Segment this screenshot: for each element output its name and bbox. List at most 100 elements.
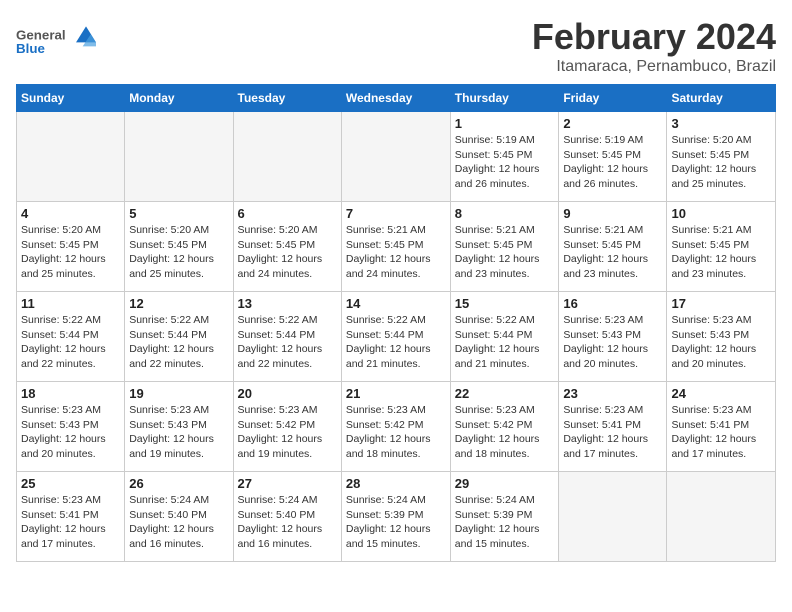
month-title: February 2024 (532, 16, 776, 58)
day-info: Sunrise: 5:20 AM Sunset: 5:45 PM Dayligh… (238, 223, 337, 282)
logo: General Blue (16, 16, 96, 66)
calendar-cell: 15Sunrise: 5:22 AM Sunset: 5:44 PM Dayli… (450, 292, 559, 382)
calendar-cell (125, 112, 233, 202)
day-info: Sunrise: 5:22 AM Sunset: 5:44 PM Dayligh… (346, 313, 446, 372)
calendar-cell (233, 112, 341, 202)
day-info: Sunrise: 5:21 AM Sunset: 5:45 PM Dayligh… (563, 223, 662, 282)
day-info: Sunrise: 5:20 AM Sunset: 5:45 PM Dayligh… (21, 223, 120, 282)
day-info: Sunrise: 5:22 AM Sunset: 5:44 PM Dayligh… (455, 313, 555, 372)
calendar-cell: 25 Sunrise: 5:23 AM Sunset: 5:41 PM Dayli… (17, 472, 125, 562)
day-number: 12 (129, 296, 228, 311)
weekday-header-thursday: Thursday (450, 85, 559, 112)
calendar-cell: 8 Sunrise: 5:21 AM Sunset: 5:45 PM Daylig… (450, 202, 559, 292)
calendar-week-row: 11 Sunrise: 5:22 AM Sunset: 5:44 PM Dayli… (17, 292, 776, 382)
day-info: Sunrise: 5:19 AM Sunset: 5:45 PM Dayligh… (455, 133, 555, 192)
day-number: 4 (21, 206, 120, 221)
day-number: 5 (129, 206, 228, 221)
day-info: Sunrise: 5:22 AM Sunset: 5:44 PM Dayligh… (129, 313, 228, 372)
calendar-cell: 1 Sunrise: 5:19 AM Sunset: 5:45 PM Daylig… (450, 112, 559, 202)
calendar-cell: 27 Sunrise: 5:24 AM Sunset: 5:40 PM Dayli… (233, 472, 341, 562)
day-number: 1 (455, 116, 555, 131)
day-info: Sunrise: 5:23 AM Sunset: 5:43 PM Dayligh… (671, 313, 771, 372)
day-info: Sunrise: 5:23 AM Sunset: 5:43 PM Dayligh… (563, 313, 662, 372)
day-info: Sunrise: 5:23 AM Sunset: 5:41 PM Dayligh… (563, 403, 662, 462)
weekday-header-saturday: Saturday (667, 85, 776, 112)
day-info: Sunrise: 5:21 AM Sunset: 5:45 PM Dayligh… (671, 223, 771, 282)
day-info: Sunrise: 5:23 AM Sunset: 5:43 PM Dayligh… (21, 403, 120, 462)
calendar-cell: 17 Sunrise: 5:23 AM Sunset: 5:43 PM Dayli… (667, 292, 776, 382)
calendar-cell: 20Sunrise: 5:23 AM Sunset: 5:42 PM Dayli… (233, 382, 341, 472)
calendar-cell: 23 Sunrise: 5:23 AM Sunset: 5:41 PM Dayli… (559, 382, 667, 472)
calendar-cell: 19 Sunrise: 5:23 AM Sunset: 5:43 PM Dayli… (125, 382, 233, 472)
day-info: Sunrise: 5:20 AM Sunset: 5:45 PM Dayligh… (671, 133, 771, 192)
calendar-table: SundayMondayTuesdayWednesdayThursdayFrid… (16, 84, 776, 562)
day-number: 8 (455, 206, 555, 221)
day-info: Sunrise: 5:23 AM Sunset: 5:42 PM Dayligh… (455, 403, 555, 462)
weekday-header-friday: Friday (559, 85, 667, 112)
day-info: Sunrise: 5:24 AM Sunset: 5:39 PM Dayligh… (455, 493, 555, 552)
day-number: 13 (238, 296, 337, 311)
day-number: 10 (671, 206, 771, 221)
day-number: 7 (346, 206, 446, 221)
day-number: 16 (563, 296, 662, 311)
day-number: 29 (455, 476, 555, 491)
calendar-cell: 21 Sunrise: 5:23 AM Sunset: 5:42 PM Dayli… (341, 382, 450, 472)
day-number: 14 (346, 296, 446, 311)
calendar-week-row: 25 Sunrise: 5:23 AM Sunset: 5:41 PM Dayli… (17, 472, 776, 562)
day-info: Sunrise: 5:21 AM Sunset: 5:45 PM Dayligh… (455, 223, 555, 282)
day-info: Sunrise: 5:19 AM Sunset: 5:45 PM Dayligh… (563, 133, 662, 192)
calendar-cell: 6 Sunrise: 5:20 AM Sunset: 5:45 PM Daylig… (233, 202, 341, 292)
calendar-week-row: 4 Sunrise: 5:20 AM Sunset: 5:45 PM Daylig… (17, 202, 776, 292)
calendar-cell: 2 Sunrise: 5:19 AM Sunset: 5:45 PM Daylig… (559, 112, 667, 202)
calendar-cell: 13 Sunrise: 5:22 AM Sunset: 5:44 PM Dayli… (233, 292, 341, 382)
day-number: 23 (563, 386, 662, 401)
day-number: 17 (671, 296, 771, 311)
day-info: Sunrise: 5:23 AM Sunset: 5:41 PM Dayligh… (21, 493, 120, 552)
weekday-header-sunday: Sunday (17, 85, 125, 112)
calendar-cell: 14 Sunrise: 5:22 AM Sunset: 5:44 PM Dayli… (341, 292, 450, 382)
day-number: 27 (238, 476, 337, 491)
calendar-week-row: 18 Sunrise: 5:23 AM Sunset: 5:43 PM Dayli… (17, 382, 776, 472)
calendar-cell: 4 Sunrise: 5:20 AM Sunset: 5:45 PM Daylig… (17, 202, 125, 292)
day-info: Sunrise: 5:23 AM Sunset: 5:43 PM Dayligh… (129, 403, 228, 462)
calendar-cell (667, 472, 776, 562)
day-number: 21 (346, 386, 446, 401)
day-info: Sunrise: 5:20 AM Sunset: 5:45 PM Dayligh… (129, 223, 228, 282)
page-header: General Blue February 2024 Itamaraca, Pe… (16, 16, 776, 76)
calendar-cell: 24 Sunrise: 5:23 AM Sunset: 5:41 PM Dayli… (667, 382, 776, 472)
calendar-cell (559, 472, 667, 562)
location-title: Itamaraca, Pernambuco, Brazil (532, 58, 776, 76)
calendar-cell: 7Sunrise: 5:21 AM Sunset: 5:45 PM Daylig… (341, 202, 450, 292)
day-number: 26 (129, 476, 228, 491)
svg-text:Blue: Blue (16, 41, 45, 56)
calendar-cell: 5 Sunrise: 5:20 AM Sunset: 5:45 PM Daylig… (125, 202, 233, 292)
day-info: Sunrise: 5:24 AM Sunset: 5:40 PM Dayligh… (238, 493, 337, 552)
day-number: 2 (563, 116, 662, 131)
calendar-cell: 9Sunrise: 5:21 AM Sunset: 5:45 PM Daylig… (559, 202, 667, 292)
title-area: February 2024 Itamaraca, Pernambuco, Bra… (532, 16, 776, 76)
day-number: 24 (671, 386, 771, 401)
day-number: 20 (238, 386, 337, 401)
weekday-header-row: SundayMondayTuesdayWednesdayThursdayFrid… (17, 85, 776, 112)
calendar-cell: 29 Sunrise: 5:24 AM Sunset: 5:39 PM Dayli… (450, 472, 559, 562)
day-info: Sunrise: 5:23 AM Sunset: 5:41 PM Dayligh… (671, 403, 771, 462)
day-number: 3 (671, 116, 771, 131)
day-info: Sunrise: 5:22 AM Sunset: 5:44 PM Dayligh… (238, 313, 337, 372)
calendar-cell: 26 Sunrise: 5:24 AM Sunset: 5:40 PM Dayli… (125, 472, 233, 562)
day-number: 28 (346, 476, 446, 491)
day-number: 25 (21, 476, 120, 491)
day-info: Sunrise: 5:23 AM Sunset: 5:42 PM Dayligh… (346, 403, 446, 462)
day-number: 22 (455, 386, 555, 401)
calendar-cell (341, 112, 450, 202)
weekday-header-wednesday: Wednesday (341, 85, 450, 112)
logo-svg: General Blue (16, 16, 96, 66)
day-number: 18 (21, 386, 120, 401)
day-number: 6 (238, 206, 337, 221)
day-info: Sunrise: 5:24 AM Sunset: 5:40 PM Dayligh… (129, 493, 228, 552)
calendar-cell: 18 Sunrise: 5:23 AM Sunset: 5:43 PM Dayli… (17, 382, 125, 472)
day-number: 19 (129, 386, 228, 401)
day-number: 11 (21, 296, 120, 311)
calendar-cell: 3 Sunrise: 5:20 AM Sunset: 5:45 PM Daylig… (667, 112, 776, 202)
calendar-cell: 22 Sunrise: 5:23 AM Sunset: 5:42 PM Dayli… (450, 382, 559, 472)
calendar-week-row: 1 Sunrise: 5:19 AM Sunset: 5:45 PM Daylig… (17, 112, 776, 202)
